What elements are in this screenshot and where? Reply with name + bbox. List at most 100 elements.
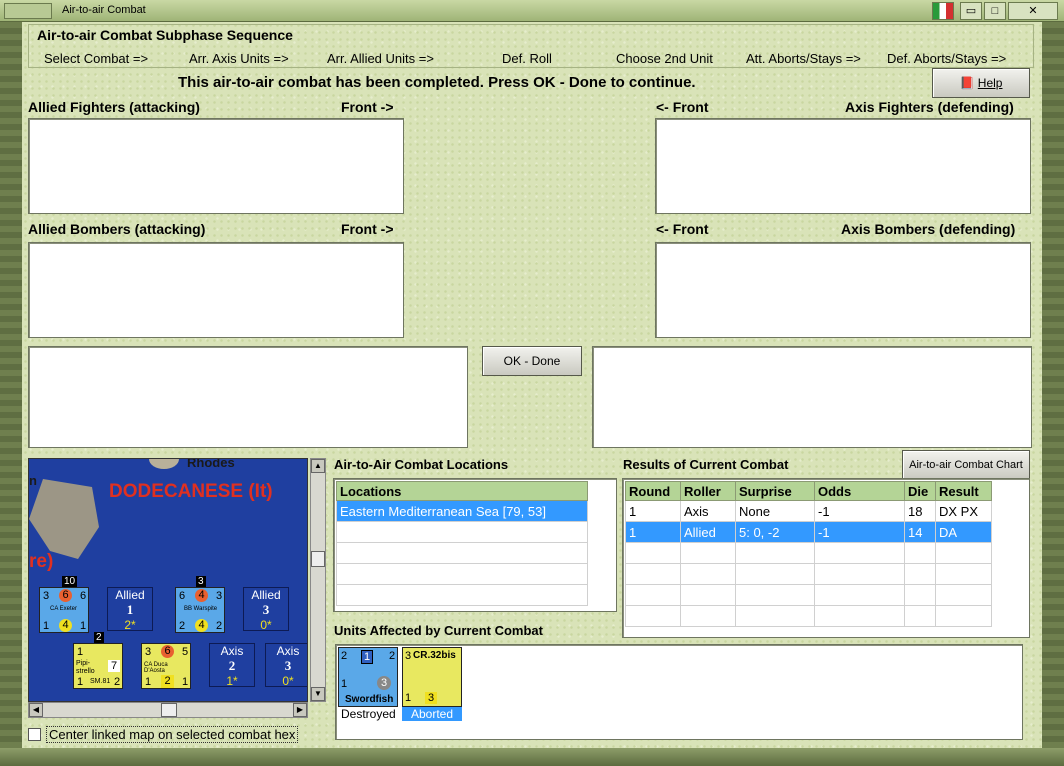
stat-sub: 2* bbox=[124, 618, 136, 632]
stat-sub: 1* bbox=[226, 674, 238, 688]
result-row[interactable]: 1 Axis None -1 18 DX PX bbox=[625, 500, 992, 522]
location-row[interactable] bbox=[336, 542, 588, 564]
center-map-checkbox[interactable] bbox=[28, 728, 41, 741]
allied-bombers-box[interactable] bbox=[28, 242, 404, 338]
restore-icon[interactable]: ▭ bbox=[960, 2, 982, 20]
unit-stat: 3 bbox=[216, 590, 223, 602]
scroll-left-arrow[interactable]: ◀ bbox=[29, 703, 43, 717]
unit-stat: 4 bbox=[195, 619, 208, 632]
step-def-roll: Def. Roll bbox=[502, 51, 552, 66]
axis-extra-box[interactable] bbox=[592, 346, 1032, 448]
unit-stat: 3 bbox=[425, 692, 437, 704]
result-row[interactable] bbox=[625, 605, 992, 627]
affected-unit-swordfish[interactable]: 2 1 2 3 1 Swordfish bbox=[338, 647, 398, 707]
cell-round: 1 bbox=[625, 500, 681, 522]
center-map-label[interactable]: Center linked map on selected combat hex bbox=[46, 726, 299, 743]
map-edge-text-1: n bbox=[29, 473, 37, 488]
combat-stat-axis-1: Axis 2 1* bbox=[209, 643, 255, 688]
unit-stat: 2 bbox=[114, 676, 121, 688]
unit-ca-exeter[interactable]: 10 3 6 6 CA Exeter 1 4 1 bbox=[39, 576, 89, 633]
unit-status-destroyed: Destroyed bbox=[341, 707, 396, 721]
unit-status-aborted: Aborted bbox=[402, 707, 462, 721]
unit-stat: 2 bbox=[179, 620, 186, 632]
unit-stat: 2 bbox=[161, 675, 174, 688]
island-shape-2 bbox=[149, 459, 179, 469]
affected-units-panel: 2 1 2 3 1 Swordfish Destroyed 3 CR.32bis… bbox=[335, 644, 1023, 740]
col-odds: Odds bbox=[814, 481, 905, 501]
scroll-right-arrow[interactable]: ▶ bbox=[293, 703, 307, 717]
locations-list[interactable]: Locations Eastern Mediterranean Sea [79,… bbox=[333, 478, 617, 612]
cell-odds: -1 bbox=[814, 521, 905, 543]
location-row[interactable] bbox=[336, 563, 588, 585]
maximize-icon[interactable]: □ bbox=[984, 2, 1006, 20]
unit-stat: 1 bbox=[145, 676, 152, 688]
combat-chart-button[interactable]: Air-to-air Combat Chart bbox=[902, 450, 1030, 480]
map-horizontal-scrollbar[interactable]: ◀ ▶ bbox=[28, 702, 308, 718]
location-row[interactable] bbox=[336, 584, 588, 606]
map-vertical-scrollbar[interactable]: ▲ ▼ bbox=[310, 458, 326, 702]
island-shape bbox=[29, 479, 99, 559]
unit-stat: 6 bbox=[59, 589, 72, 602]
scroll-thumb-h[interactable] bbox=[161, 703, 177, 717]
front-right-label-2: Front -> bbox=[341, 221, 394, 237]
unit-stat: 3 bbox=[43, 590, 50, 602]
affected-unit-cr32bis[interactable]: 3 CR.32bis 1 3 bbox=[402, 647, 462, 707]
location-row[interactable] bbox=[336, 521, 588, 543]
scroll-down-arrow[interactable]: ▼ bbox=[311, 687, 325, 701]
location-row[interactable]: Eastern Mediterranean Sea [79, 53] bbox=[336, 500, 588, 522]
cell-surprise: None bbox=[735, 500, 815, 522]
cell-result: DX PX bbox=[935, 500, 992, 522]
result-row[interactable] bbox=[625, 542, 992, 564]
help-button[interactable]: 📕 Help bbox=[932, 68, 1030, 98]
unit-sm81[interactable]: 2 1 Pipi-strello 7 1 SM.81 2 bbox=[73, 632, 123, 689]
book-icon: 📕 bbox=[959, 76, 975, 90]
help-label: Help bbox=[977, 76, 1003, 90]
allied-fighters-box[interactable] bbox=[28, 118, 404, 214]
col-die: Die bbox=[904, 481, 936, 501]
scroll-up-arrow[interactable]: ▲ bbox=[311, 459, 325, 473]
subphase-sequence: Air-to-air Combat Subphase Sequence Sele… bbox=[28, 24, 1034, 68]
unit-bb-warspite[interactable]: 3 6 4 3 BB Warspite 2 4 2 bbox=[175, 576, 225, 633]
results-panel: Round Roller Surprise Odds Die Result 1 … bbox=[622, 478, 1030, 638]
cell-roller: Allied bbox=[680, 521, 736, 543]
unit-name: CA Exeter bbox=[50, 606, 78, 612]
front-left-label: <- Front bbox=[656, 99, 709, 115]
window-frame-left bbox=[0, 22, 22, 752]
result-row[interactable] bbox=[625, 563, 992, 585]
window-title: Air-to-air Combat bbox=[62, 4, 146, 16]
cell-result: DA bbox=[935, 521, 992, 543]
step-select-combat: Select Combat => bbox=[44, 51, 149, 66]
window-menu-icon[interactable] bbox=[4, 3, 52, 19]
axis-bombers-box[interactable] bbox=[655, 242, 1031, 338]
result-row[interactable]: 1 Allied 5: 0, -2 -1 14 DA bbox=[625, 521, 992, 543]
axis-fighters-label: Axis Fighters (defending) bbox=[845, 99, 1014, 115]
cell-surprise: 5: 0, -2 bbox=[735, 521, 815, 543]
allied-extra-box[interactable] bbox=[28, 346, 468, 448]
unit-stat: 1 bbox=[43, 620, 50, 632]
unit-name: CA Duca D'Aosta bbox=[144, 662, 168, 674]
scroll-thumb[interactable] bbox=[311, 551, 325, 567]
unit-stat: 1 bbox=[80, 620, 87, 632]
ok-done-button[interactable]: OK - Done bbox=[482, 346, 582, 376]
unit-ca-duca-daosta[interactable]: 3 6 5 CA Duca D'Aosta 1 2 1 bbox=[141, 643, 191, 689]
results-title: Results of Current Combat bbox=[623, 457, 789, 472]
unit-stat: 1 bbox=[182, 676, 189, 688]
close-icon[interactable]: ✕ bbox=[1008, 2, 1058, 20]
stat-sub: 0* bbox=[282, 674, 294, 688]
stat-value: 3 bbox=[284, 658, 292, 673]
unit-name: CR.32bis bbox=[413, 650, 456, 661]
italy-flag-icon bbox=[932, 2, 954, 20]
unit-stat: 1 bbox=[361, 650, 373, 664]
window-frame-bottom bbox=[0, 748, 1064, 766]
locations-header: Locations bbox=[336, 481, 588, 501]
stat-value: 1 bbox=[126, 602, 134, 617]
cell-roller: Axis bbox=[680, 500, 736, 522]
stat-value: 2 bbox=[228, 658, 236, 673]
linked-map[interactable]: Rhodes n DODECANESE (It) re) 10 3 6 6 CA… bbox=[28, 458, 308, 702]
result-row[interactable] bbox=[625, 584, 992, 606]
allied-bombers-label: Allied Bombers (attacking) bbox=[28, 221, 206, 237]
unit-stat: 3 bbox=[405, 650, 412, 662]
status-message: This air-to-air combat has been complete… bbox=[178, 74, 696, 91]
axis-fighters-box[interactable] bbox=[655, 118, 1031, 214]
window-frame-right bbox=[1042, 22, 1064, 752]
